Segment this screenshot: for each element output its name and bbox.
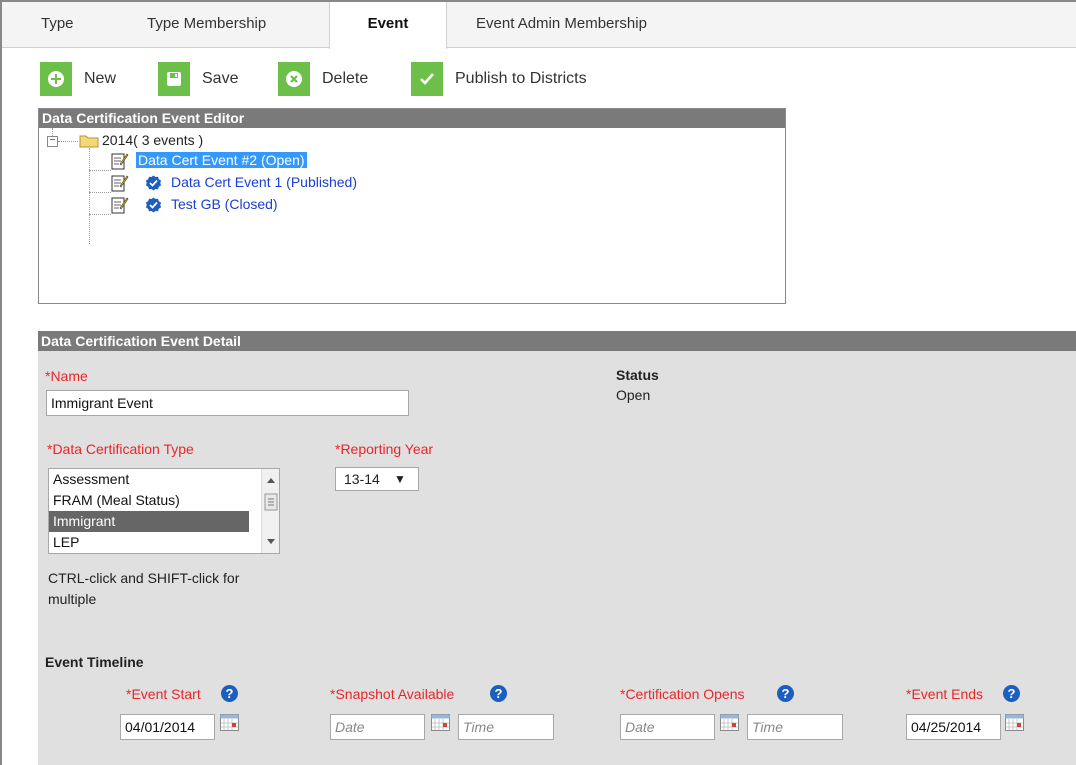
name-label: *Name [45, 368, 88, 384]
published-check-icon [146, 175, 161, 191]
published-check-icon [146, 197, 161, 213]
snapshot-date-field[interactable] [330, 714, 425, 740]
event-start-label: *Event Start [126, 686, 201, 702]
type-hint-line1: CTRL-click and SHIFT-click for [48, 570, 240, 586]
type-hint-line2: multiple [48, 591, 97, 607]
scrollbar-icon [264, 478, 278, 544]
help-icon[interactable]: ? [1003, 685, 1020, 702]
document-edit-icon [111, 197, 129, 214]
snapshot-available-label: *Snapshot Available [330, 686, 455, 702]
cert-opens-time-field[interactable] [747, 714, 843, 740]
document-edit-icon [111, 175, 129, 192]
save-label: Save [202, 70, 239, 87]
folder-label: 2014( 3 events ) [102, 132, 204, 148]
plus-icon [40, 62, 72, 96]
folder-icon [79, 135, 99, 148]
tab-event[interactable]: Event [329, 2, 447, 49]
publish-label: Publish to Districts [455, 70, 587, 87]
reporting-year-value: 13-14 [344, 471, 380, 487]
save-button[interactable]: Save [158, 62, 258, 98]
status-value: Open [616, 387, 651, 403]
delete-label: Delete [322, 70, 369, 87]
event-label[interactable]: Test GB (Closed) [171, 196, 278, 212]
tree-event-item[interactable]: Test GB (Closed) [111, 195, 371, 215]
list-item[interactable]: Assessment [49, 469, 249, 490]
tab-event-admin-membership[interactable]: Event Admin Membership [476, 2, 647, 48]
tree-line [89, 214, 111, 215]
calendar-icon[interactable] [220, 714, 239, 731]
tree-line [89, 148, 90, 244]
check-icon [411, 62, 443, 96]
event-editor-panel: Data Certification Event Editor − 2014( … [38, 108, 786, 304]
tab-type[interactable]: Type [41, 2, 74, 48]
editor-title: Data Certification Event Editor [39, 109, 785, 128]
reporting-year-select[interactable]: 13-14 ▼ [335, 467, 419, 491]
event-ends-date-field[interactable] [906, 714, 1001, 740]
certification-opens-label: *Certification Opens [620, 686, 745, 702]
help-icon[interactable]: ? [221, 685, 238, 702]
new-label: New [84, 70, 117, 87]
event-timeline-title: Event Timeline [45, 654, 144, 670]
document-edit-icon [111, 153, 129, 170]
list-item[interactable]: FRAM (Meal Status) [49, 490, 249, 511]
calendar-icon[interactable] [431, 714, 450, 731]
collapse-icon[interactable]: − [47, 136, 58, 147]
tree-line [89, 170, 111, 171]
tree-folder-2014[interactable]: − 2014( 3 events ) [39, 131, 339, 151]
listbox-scrollbar[interactable] [261, 469, 279, 553]
save-icon [158, 62, 190, 96]
status-label: Status [616, 367, 659, 383]
help-icon[interactable]: ? [490, 685, 507, 702]
delete-button[interactable]: Delete [278, 62, 388, 98]
new-button[interactable]: New [40, 62, 130, 98]
list-item[interactable]: LEP [49, 532, 249, 553]
event-ends-label: *Event Ends [906, 686, 984, 702]
data-cert-type-label: *Data Certification Type [47, 441, 194, 457]
list-item-selected[interactable]: Immigrant [49, 511, 249, 532]
tree-event-item[interactable]: Data Cert Event 1 (Published) [111, 173, 411, 193]
snapshot-time-field[interactable] [458, 714, 554, 740]
event-label-selected[interactable]: Data Cert Event #2 (Open) [136, 152, 307, 168]
tree-line [89, 192, 111, 193]
tab-type-membership[interactable]: Type Membership [147, 2, 266, 48]
event-detail-panel: Data Certification Event Detail *Name St… [38, 331, 1076, 765]
calendar-icon[interactable] [1005, 714, 1024, 731]
detail-title: Data Certification Event Detail [38, 331, 1076, 351]
delete-icon [278, 62, 310, 96]
data-cert-type-listbox[interactable]: Assessment FRAM (Meal Status) Immigrant … [48, 468, 280, 554]
name-field[interactable] [46, 390, 409, 416]
help-icon[interactable]: ? [777, 685, 794, 702]
calendar-icon[interactable] [720, 714, 739, 731]
event-start-date-field[interactable] [120, 714, 215, 740]
publish-to-districts-button[interactable]: Publish to Districts [411, 62, 631, 98]
cert-opens-date-field[interactable] [620, 714, 715, 740]
tree-event-item[interactable]: Data Cert Event #2 (Open) [111, 151, 371, 171]
reporting-year-label: *Reporting Year [335, 441, 434, 457]
tab-bar: Type Type Membership Event Event Admin M… [2, 2, 1076, 49]
event-label[interactable]: Data Cert Event 1 (Published) [171, 174, 357, 190]
chevron-down-icon: ▼ [394, 472, 406, 486]
